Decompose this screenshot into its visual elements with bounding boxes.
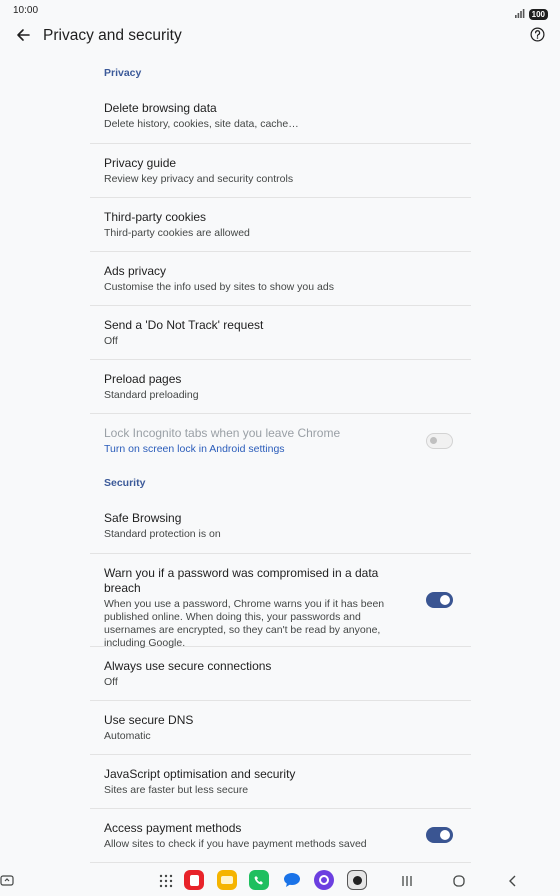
setting-secure-dns[interactable]: Use secure DNS Automatic <box>90 701 471 755</box>
setting-subtitle: Delete history, cookies, site data, cach… <box>104 118 299 130</box>
recents-button[interactable] <box>400 874 414 888</box>
setting-delete-browsing-data[interactable]: Delete browsing data Delete history, coo… <box>90 88 471 144</box>
help-button[interactable] <box>526 26 548 48</box>
setting-title: Always use secure connections <box>104 659 272 673</box>
messages-app-icon[interactable] <box>282 870 302 890</box>
setting-secure-connections[interactable]: Always use secure connections Off <box>90 647 471 701</box>
screen-lock-settings-link[interactable]: Turn on screen lock in Android settings <box>104 443 404 456</box>
phone-app-icon[interactable] <box>249 870 269 890</box>
camera-app-icon[interactable] <box>347 870 367 890</box>
status-icons: 100 <box>514 5 548 23</box>
setting-title: Warn you if a password was compromised i… <box>104 566 379 595</box>
setting-ads-privacy[interactable]: Ads privacy Customise the info used by s… <box>90 252 471 306</box>
status-bar: 10:00 100 <box>0 0 560 22</box>
app-bar: Privacy and security <box>0 22 560 52</box>
section-header-privacy: Privacy <box>104 67 142 79</box>
back-button[interactable] <box>12 26 34 48</box>
setting-title: Ads privacy <box>104 264 167 278</box>
arrow-left-icon <box>16 28 30 47</box>
setting-title: Third-party cookies <box>104 210 207 224</box>
setting-title: Use secure DNS <box>104 713 194 727</box>
setting-access-payment-methods[interactable]: Access payment methods Allow sites to ch… <box>90 809 471 863</box>
app-drawer-icon[interactable] <box>159 874 173 888</box>
setting-title: Delete browsing data <box>104 101 217 115</box>
status-time: 10:00 <box>13 5 39 16</box>
setting-title: Send a 'Do Not Track' request <box>104 318 264 332</box>
settings-list: Privacy Delete browsing data Delete hist… <box>90 58 471 863</box>
password-breach-toggle[interactable] <box>426 592 453 608</box>
setting-title: Access payment methods <box>104 821 242 835</box>
battery-icon: 100 <box>528 8 548 20</box>
help-icon <box>529 27 545 47</box>
setting-subtitle: Third-party cookies are allowed <box>104 227 250 239</box>
setting-subtitle: Standard preloading <box>104 389 199 401</box>
setting-title: Lock Incognito tabs when you leave Chrom… <box>104 426 341 440</box>
setting-subtitle: When you use a password, Chrome warns yo… <box>104 598 385 649</box>
setting-title: Privacy guide <box>104 156 177 170</box>
setting-title: JavaScript optimisation and security <box>104 767 296 781</box>
setting-lock-incognito-tabs: Lock Incognito tabs when you leave Chrom… <box>90 414 471 468</box>
setting-third-party-cookies[interactable]: Third-party cookies Third-party cookies … <box>90 198 471 252</box>
section-header-security: Security <box>104 477 146 489</box>
setting-privacy-guide[interactable]: Privacy guide Review key privacy and sec… <box>90 144 471 198</box>
setting-subtitle: Automatic <box>104 730 151 742</box>
red-app-icon[interactable] <box>184 870 204 890</box>
setting-preload-pages[interactable]: Preload pages Standard preloading <box>90 360 471 414</box>
lock-incognito-toggle <box>426 433 453 449</box>
setting-title: Preload pages <box>104 372 182 386</box>
taskbar <box>0 864 560 896</box>
setting-do-not-track[interactable]: Send a 'Do Not Track' request Off <box>90 306 471 360</box>
home-button[interactable] <box>452 874 466 888</box>
setting-title: Safe Browsing <box>104 511 182 525</box>
setting-javascript-optimisation[interactable]: JavaScript optimisation and security Sit… <box>90 755 471 809</box>
setting-subtitle: Off <box>104 335 118 347</box>
payment-methods-toggle[interactable] <box>426 827 453 843</box>
notes-app-icon[interactable] <box>217 870 237 890</box>
internet-app-icon[interactable] <box>314 870 334 890</box>
setting-subtitle: Review key privacy and security controls <box>104 173 294 185</box>
setting-password-breach-warning[interactable]: Warn you if a password was compromised i… <box>90 554 471 649</box>
taskbar-toggle-icon[interactable] <box>0 874 14 888</box>
setting-subtitle: Sites are faster but less secure <box>104 784 249 796</box>
setting-subtitle: Off <box>104 676 118 688</box>
setting-subtitle: Allow sites to check if you have payment… <box>104 838 367 850</box>
setting-subtitle: Standard protection is on <box>104 528 221 540</box>
page-title: Privacy and security <box>43 27 182 44</box>
signal-icon <box>514 5 525 23</box>
setting-subtitle: Customise the info used by sites to show… <box>104 281 334 293</box>
setting-safe-browsing[interactable]: Safe Browsing Standard protection is on <box>90 498 471 554</box>
back-nav-button[interactable] <box>506 874 520 888</box>
